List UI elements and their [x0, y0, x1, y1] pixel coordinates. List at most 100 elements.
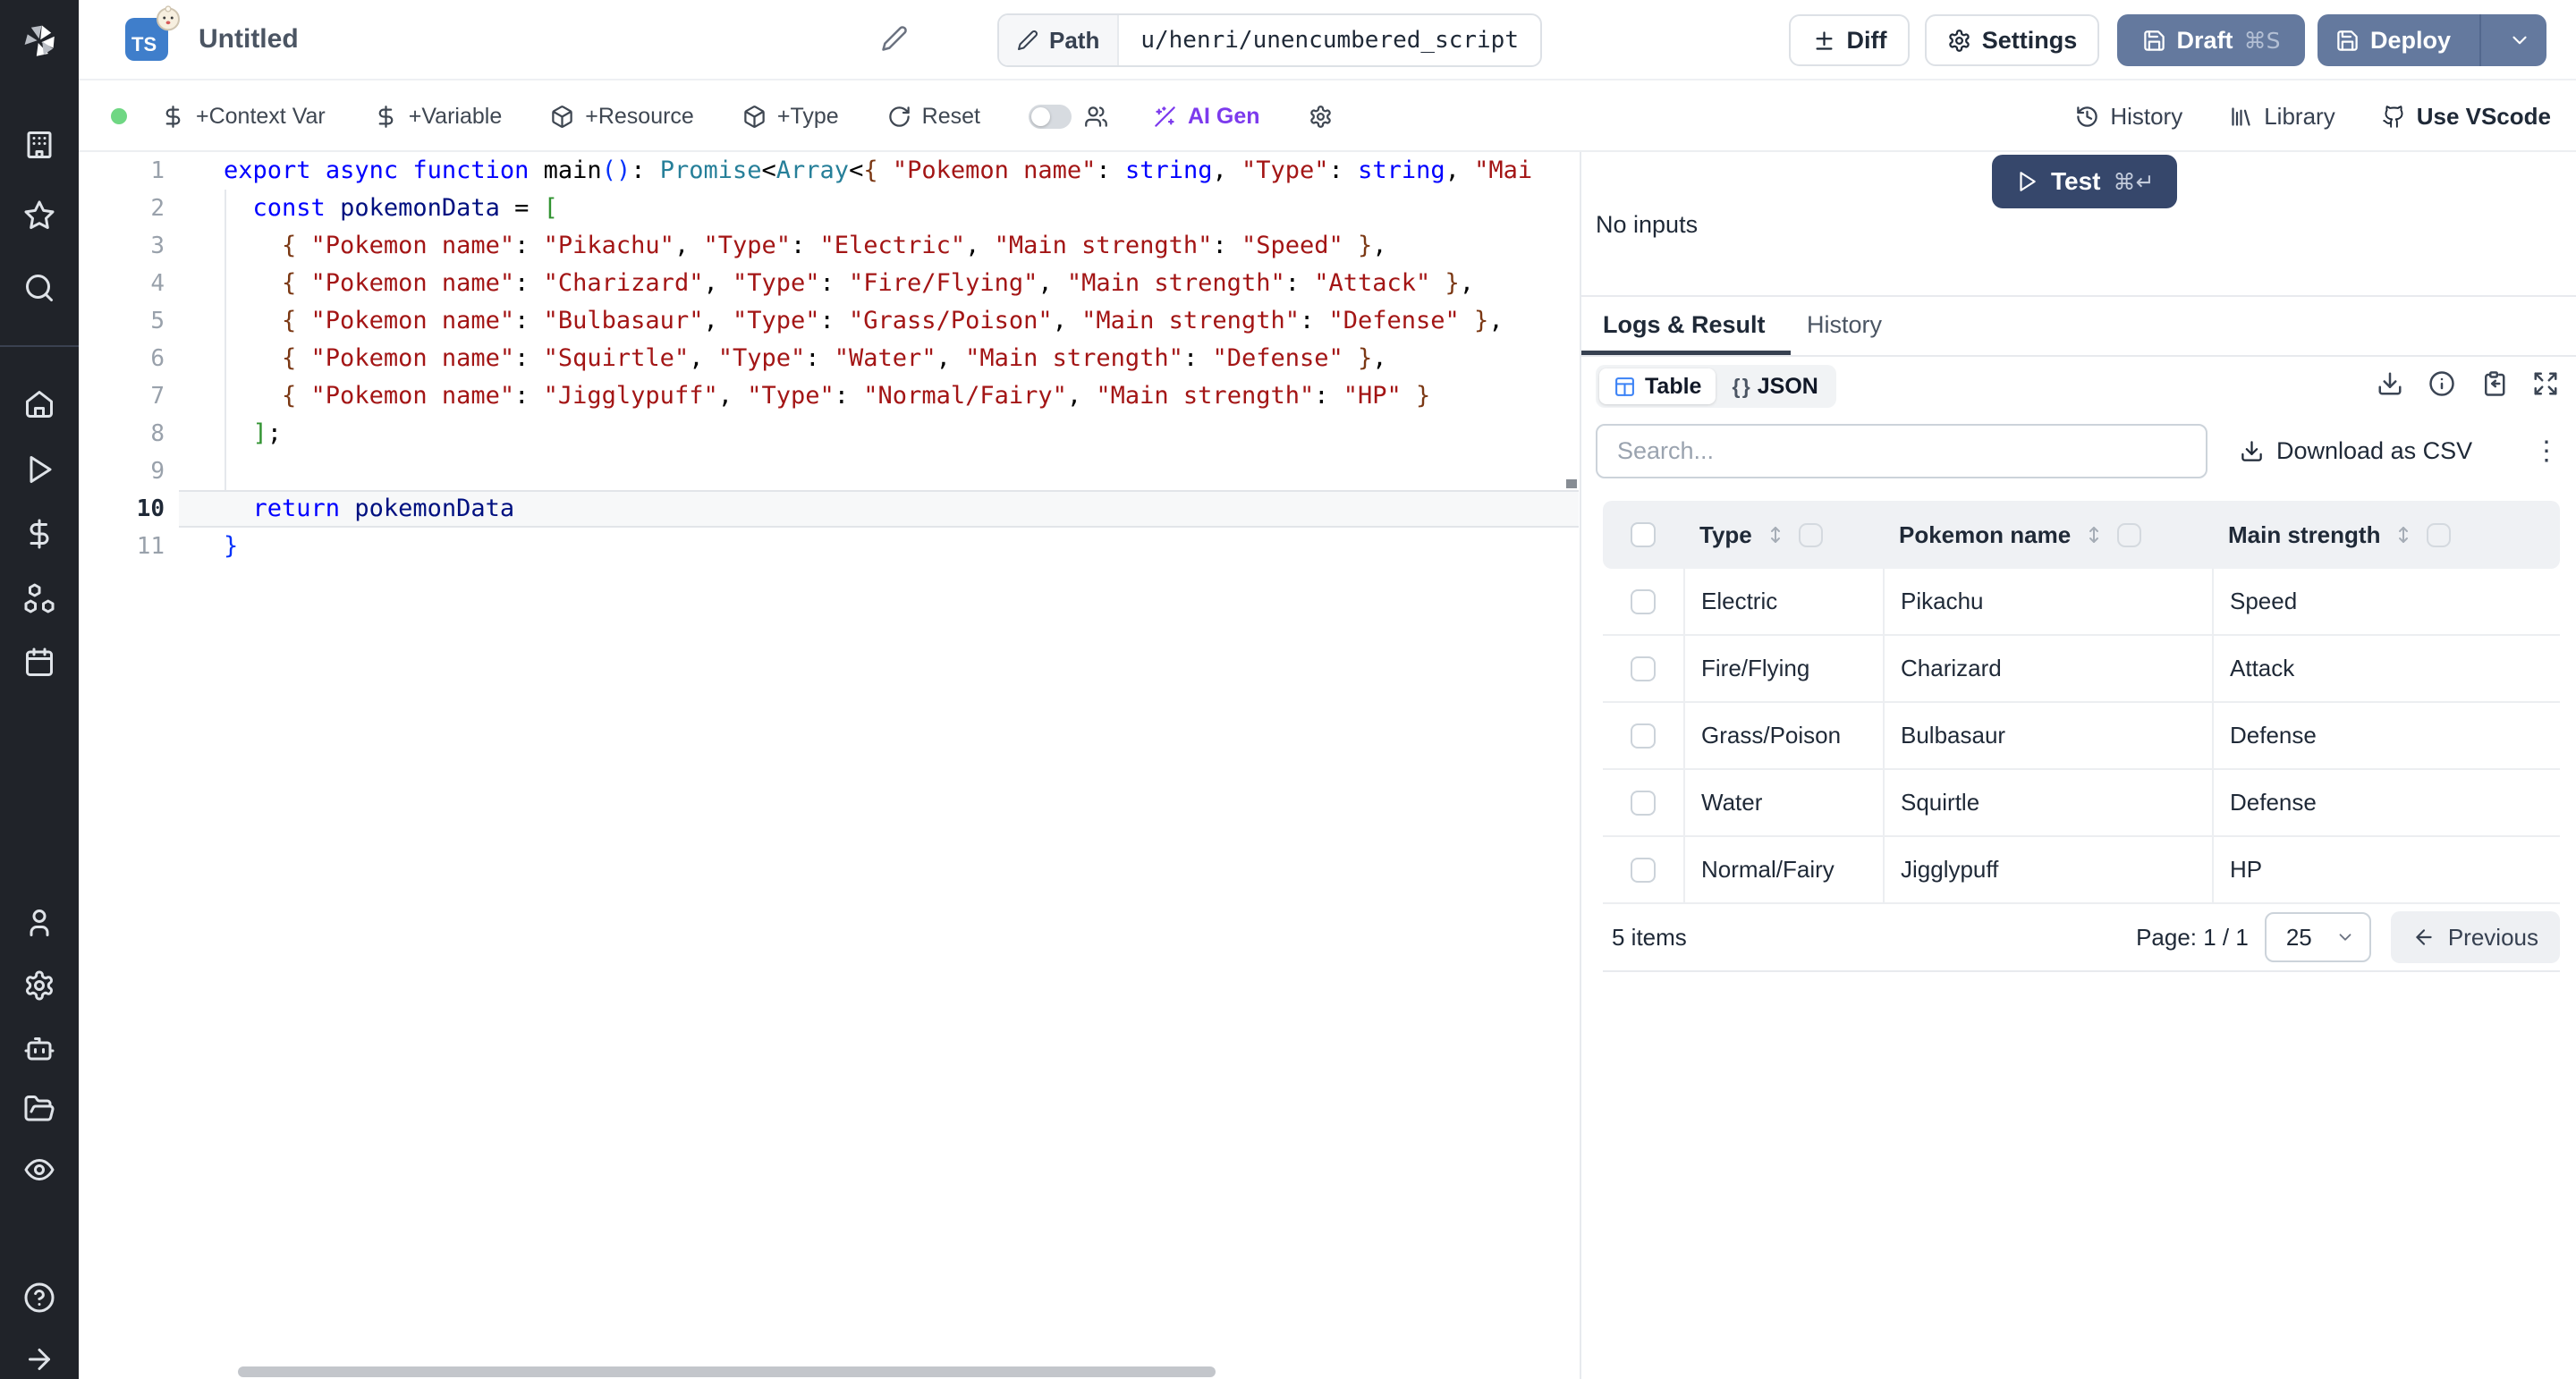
code-line[interactable]: export async function main(): Promise<Ar…: [179, 152, 1579, 190]
result-actions: [2377, 370, 2559, 397]
script-path-group[interactable]: Path u/henri/unencumbered_script: [997, 13, 1542, 67]
diff-button[interactable]: Diff: [1789, 14, 1910, 66]
horizontal-scrollbar[interactable]: [238, 1366, 1216, 1377]
add-variable-button[interactable]: +Variable: [374, 104, 502, 130]
no-inputs-text: No inputs: [1596, 211, 1698, 239]
code-line[interactable]: { "Pokemon name": "Bulbasaur", "Type": "…: [179, 302, 1579, 340]
schedules-calendar-icon[interactable]: [23, 647, 55, 679]
workers-robot-icon[interactable]: [23, 1032, 55, 1064]
table-row[interactable]: ElectricPikachuSpeed: [1603, 569, 2560, 636]
help-icon[interactable]: [23, 1282, 55, 1314]
audit-eye-icon[interactable]: [23, 1154, 55, 1186]
tab-logs-result[interactable]: Logs & Result: [1581, 304, 1791, 355]
column-filter-box[interactable]: [2117, 523, 2141, 547]
view-json-button[interactable]: { } JSON: [1717, 368, 1832, 404]
sort-icon[interactable]: [2393, 524, 2414, 546]
column-header-type[interactable]: Type: [1683, 521, 1883, 549]
history-button[interactable]: History: [2075, 103, 2182, 131]
code-editor[interactable]: 1234567891011 export async function main…: [79, 152, 1579, 1379]
table-footer: 5 items Page: 1 / 1 25 Previous: [1603, 904, 2560, 972]
test-button[interactable]: Test ⌘↵: [1992, 155, 2177, 208]
workspace-building-icon[interactable]: [23, 129, 55, 161]
expand-sidebar-arrow-icon[interactable]: [23, 1343, 55, 1375]
library-button[interactable]: Library: [2229, 103, 2334, 131]
code-line[interactable]: return pokemonData: [179, 490, 1579, 528]
package-icon: [550, 105, 574, 129]
deploy-dropdown-button[interactable]: [2492, 14, 2546, 66]
previous-page-button[interactable]: Previous: [2391, 911, 2560, 963]
line-number-gutter: 1234567891011: [79, 152, 179, 565]
library-icon: [2229, 105, 2253, 129]
view-table-button[interactable]: Table: [1599, 368, 1716, 404]
draft-button[interactable]: Draft ⌘S: [2117, 14, 2305, 66]
info-icon[interactable]: [2428, 370, 2455, 397]
column-label: Main strength: [2228, 521, 2380, 549]
code-line[interactable]: { "Pokemon name": "Pikachu", "Type": "El…: [179, 227, 1579, 265]
settings-button[interactable]: Settings: [1925, 14, 2099, 66]
editor-settings-button[interactable]: [1309, 105, 1333, 129]
users-person-icon[interactable]: [23, 907, 55, 939]
sort-icon[interactable]: [1765, 524, 1786, 546]
multiplayer-button[interactable]: [1084, 105, 1108, 129]
editor-toolbar: +Context Var +Variable +Resource +Type R…: [79, 82, 2576, 152]
code-line[interactable]: { "Pokemon name": "Charizard", "Type": "…: [179, 265, 1579, 302]
column-header-pokemon-name[interactable]: Pokemon name: [1883, 521, 2212, 549]
code-line[interactable]: const pokemonData = [: [179, 190, 1579, 227]
tabs-border: [1581, 355, 2576, 357]
variables-dollar-icon[interactable]: [23, 518, 55, 550]
clipboard-copy-icon[interactable]: [2480, 370, 2507, 397]
row-checkbox[interactable]: [1631, 589, 1656, 614]
tab-history[interactable]: History: [1789, 304, 1900, 353]
code-line[interactable]: { "Pokemon name": "Jigglypuff", "Type": …: [179, 377, 1579, 415]
resources-boxes-icon[interactable]: [23, 582, 55, 614]
row-checkbox[interactable]: [1631, 791, 1656, 816]
settings-gear-icon[interactable]: [23, 969, 55, 1002]
add-resource-button[interactable]: +Resource: [550, 104, 694, 130]
search-icon[interactable]: [23, 272, 55, 304]
add-variable-label: +Variable: [409, 104, 502, 130]
windmill-logo-icon[interactable]: [18, 20, 61, 63]
table-cell: Charizard: [1883, 636, 2212, 701]
row-checkbox[interactable]: [1631, 858, 1656, 883]
table-row[interactable]: Normal/FairyJigglypuffHP: [1603, 837, 2560, 904]
reset-button[interactable]: Reset: [887, 104, 980, 130]
add-context-var-button[interactable]: +Context Var: [161, 104, 326, 130]
row-checkbox[interactable]: [1631, 656, 1656, 681]
page-size-select[interactable]: 25: [2265, 912, 2371, 962]
table-cell: Water: [1683, 770, 1883, 835]
ai-gen-button[interactable]: AI Gen: [1153, 104, 1260, 130]
table-row[interactable]: Grass/PoisonBulbasaurDefense: [1603, 703, 2560, 770]
column-filter-box[interactable]: [2427, 523, 2451, 547]
edit-pencil-icon[interactable]: [881, 25, 908, 52]
expand-icon[interactable]: [2532, 370, 2559, 397]
add-type-button[interactable]: +Type: [742, 104, 839, 130]
download-icon: [2240, 439, 2264, 463]
folders-icon[interactable]: [23, 1093, 55, 1125]
download-csv-button[interactable]: Download as CSV: [2240, 424, 2472, 478]
deploy-button[interactable]: Deploy: [2318, 14, 2469, 66]
favorites-star-icon[interactable]: [23, 199, 55, 232]
use-vscode-button[interactable]: Use VScode: [2382, 103, 2551, 131]
table-cell: Defense: [2212, 770, 2560, 835]
table-row[interactable]: Fire/FlyingCharizardAttack: [1603, 636, 2560, 703]
more-options-button[interactable]: ⋮: [2526, 424, 2567, 478]
path-value: u/henri/unencumbered_script: [1119, 15, 1540, 65]
download-icon[interactable]: [2377, 370, 2403, 397]
table-row[interactable]: WaterSquirtleDefense: [1603, 770, 2560, 837]
sort-icon[interactable]: [2083, 524, 2105, 546]
search-input[interactable]: [1596, 424, 2207, 478]
code-line[interactable]: ];: [179, 415, 1579, 453]
collab-toggle[interactable]: [1029, 105, 1072, 129]
column-header-main-strength[interactable]: Main strength: [2212, 521, 2560, 549]
runs-play-icon[interactable]: [23, 453, 55, 486]
column-filter-box[interactable]: [1799, 523, 1823, 547]
path-edit-button[interactable]: Path: [999, 15, 1119, 65]
code-line[interactable]: { "Pokemon name": "Squirtle", "Type": "W…: [179, 340, 1579, 377]
code-line[interactable]: }: [179, 528, 1579, 565]
refresh-icon: [887, 105, 911, 129]
select-all-checkbox[interactable]: [1631, 522, 1656, 547]
table-header-row: Type Pokemon name Main strength: [1603, 501, 2560, 569]
home-icon[interactable]: [23, 388, 55, 420]
row-checkbox[interactable]: [1631, 723, 1656, 749]
code-line[interactable]: [179, 453, 1579, 490]
